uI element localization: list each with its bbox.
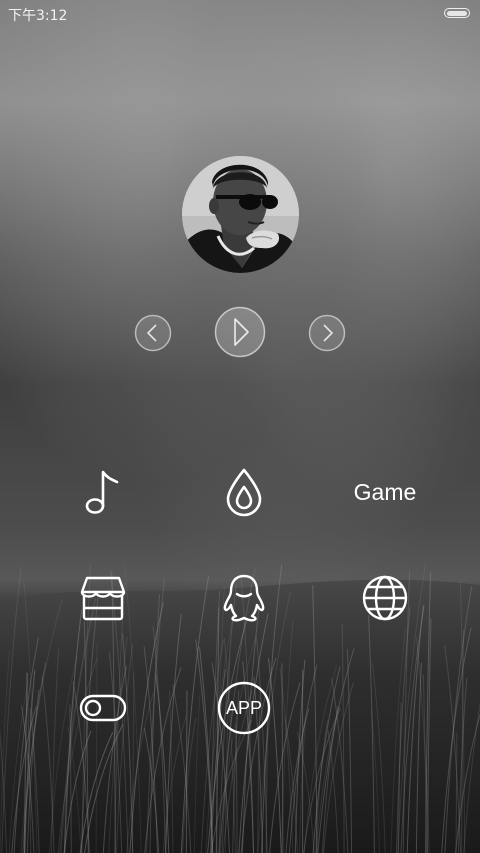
settings-toggle-app[interactable] [68, 673, 138, 743]
drop-app[interactable] [209, 457, 279, 527]
play-icon [214, 306, 266, 358]
grass-blade [185, 690, 188, 853]
battery-icon [444, 8, 470, 18]
toggle-switch-icon [79, 694, 127, 722]
next-button[interactable] [308, 314, 346, 352]
store-app[interactable] [68, 563, 138, 633]
qq-app[interactable] [209, 563, 279, 633]
music-note-icon [85, 470, 119, 514]
music-app[interactable] [68, 457, 138, 527]
status-time: 下午3:12 [8, 8, 68, 24]
store-icon [80, 576, 126, 621]
app-label: APP [225, 697, 263, 718]
qq-penguin-icon [223, 574, 265, 622]
app-store-app[interactable]: APP [209, 673, 279, 743]
chevron-left-icon [134, 314, 172, 352]
globe-icon [362, 575, 408, 621]
previous-button[interactable] [134, 314, 172, 352]
play-button[interactable] [214, 306, 266, 358]
game-label: Game [353, 478, 417, 505]
browser-app[interactable] [350, 563, 420, 633]
game-app[interactable]: Game [350, 457, 420, 527]
battery-level [446, 10, 467, 16]
water-drop-icon [226, 468, 262, 517]
artist-avatar[interactable] [182, 156, 299, 273]
chevron-right-icon [308, 314, 346, 352]
avatar-portrait [182, 156, 299, 273]
status-bar: 下午3:12 [0, 0, 480, 28]
